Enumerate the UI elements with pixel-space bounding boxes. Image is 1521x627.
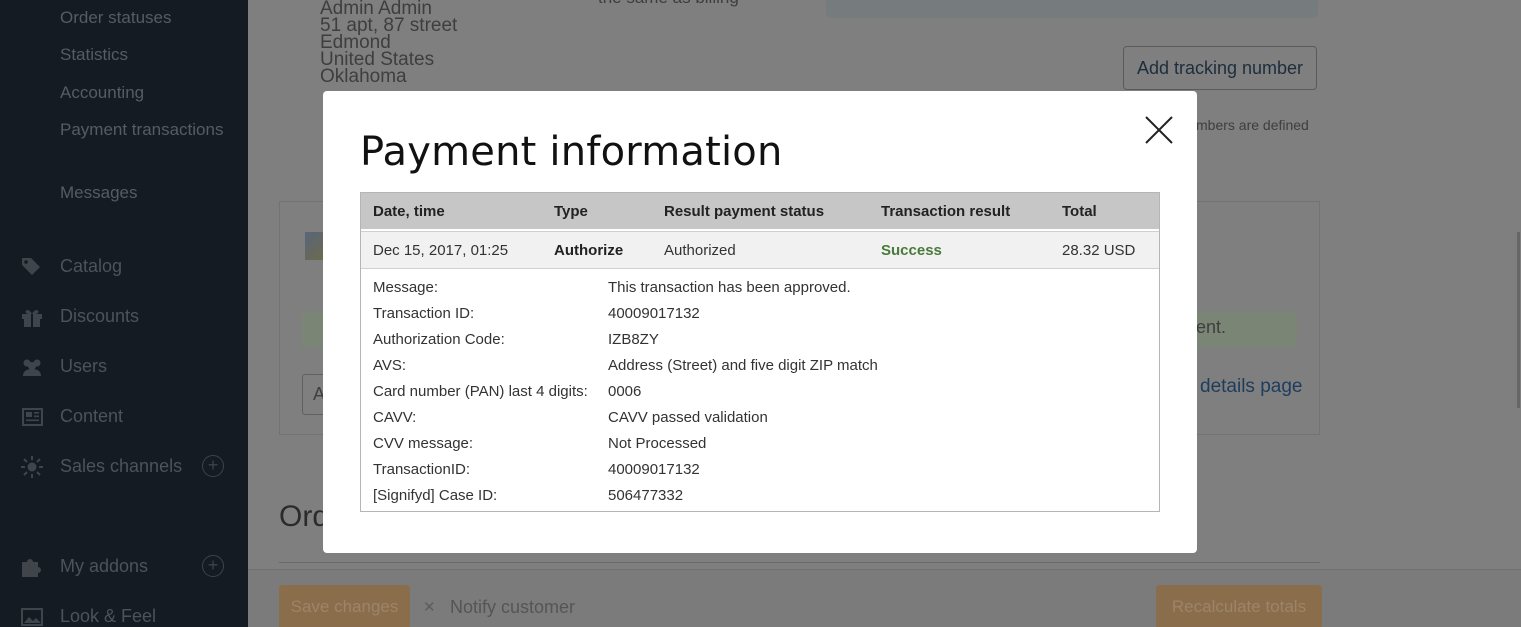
sidebar-item-label: Look & Feel (60, 606, 157, 626)
transaction-details-link[interactable]: details page (1200, 376, 1302, 398)
detail-row: TransactionID: 40009017132 (361, 461, 1159, 487)
column-header-date: Date, time (373, 203, 445, 220)
payment-status: Authorized (664, 242, 736, 259)
detail-row: Message: This transaction has been approv… (361, 279, 1159, 305)
sidebar-item-messages[interactable]: Messages (60, 180, 230, 205)
detail-key: TransactionID: (373, 461, 470, 478)
newspaper-icon (20, 406, 44, 428)
detail-row: CVV message: Not Processed (361, 435, 1159, 461)
sidebar-item-users[interactable]: Users (20, 352, 230, 382)
users-icon (20, 356, 44, 378)
detail-value: 0006 (608, 383, 642, 400)
sidebar-item-payment-transactions[interactable]: Payment transactions (60, 117, 230, 142)
table-row[interactable]: Dec 15, 2017, 01:25 Authorize Authorized… (361, 231, 1159, 269)
detail-value: IZB8ZY (608, 331, 659, 348)
order-items-heading: Ord (279, 500, 330, 533)
sidebar-item-label: Discounts (60, 306, 140, 326)
detail-value: This transaction has been approved. (608, 279, 851, 296)
sun-icon (20, 456, 44, 478)
image-icon (20, 606, 44, 627)
puzzle-icon (20, 556, 44, 578)
transaction-total: 28.32 USD (1062, 242, 1136, 259)
detail-key: Message: (373, 279, 439, 296)
sidebar-item-catalog[interactable]: Catalog (20, 252, 230, 282)
sidebar-item-label: My addons (60, 556, 149, 576)
detail-value: CAVV passed validation (608, 409, 768, 426)
column-header-status: Result payment status (664, 203, 825, 220)
table-header: Date, time Type Result payment status Tr… (361, 193, 1159, 229)
close-button[interactable] (1144, 115, 1174, 145)
add-tracking-number-button[interactable]: Add tracking number (1123, 46, 1317, 90)
sidebar-item-discounts[interactable]: Discounts (20, 302, 230, 332)
tracking-note: mbers are defined (1196, 117, 1309, 133)
tags-icon (20, 256, 44, 278)
column-header-result: Transaction result (881, 203, 1011, 220)
detail-key: [Signifyd] Case ID: (373, 487, 498, 504)
sidebar-item-order-statuses[interactable]: Order statuses (60, 5, 230, 30)
payment-status-note-text: ent. (1196, 317, 1227, 337)
detail-value: Address (Street) and five digit ZIP matc… (608, 357, 878, 374)
detail-key: AVS: (373, 357, 407, 374)
notify-customer-checkbox[interactable]: ✕ (423, 600, 437, 615)
modal-title: Payment information (360, 129, 783, 175)
notify-customer-label: Notify customer (450, 597, 576, 617)
close-icon (1145, 116, 1173, 144)
notes-field[interactable] (826, 0, 1318, 18)
transaction-result: Success (881, 242, 942, 259)
gift-icon (20, 306, 44, 328)
detail-row: Transaction ID: 40009017132 (361, 305, 1159, 331)
sidebar-item-my-addons[interactable]: My addons + (20, 552, 230, 582)
sticky-action-bar (248, 569, 1521, 627)
detail-value: Not Processed (608, 435, 707, 452)
detail-key: Card number (PAN) last 4 digits: (373, 383, 588, 400)
column-header-total: Total (1062, 203, 1097, 220)
sidebar-item-label: Content (60, 406, 124, 426)
transaction-details: Message: This transaction has been approv… (361, 279, 1159, 513)
detail-row: Authorization Code: IZB8ZY (361, 331, 1159, 357)
page-scrollbar[interactable] (1517, 232, 1520, 408)
sidebar-item-look-and-feel[interactable]: Look & Feel (20, 602, 230, 627)
sidebar-item-statistics[interactable]: Statistics (60, 42, 230, 67)
transaction-type: Authorize (554, 242, 624, 259)
detail-row: [Signifyd] Case ID: 506477332 (361, 487, 1159, 513)
recalculate-totals-button[interactable]: Recalculate totals (1156, 585, 1322, 627)
detail-key: CAVV: (373, 409, 417, 426)
sidebar-item-label: Users (60, 356, 108, 376)
detail-row: Card number (PAN) last 4 digits: 0006 (361, 383, 1159, 409)
sidebar-item-accounting[interactable]: Accounting (60, 80, 230, 105)
detail-value: 40009017132 (608, 305, 700, 322)
detail-key: Authorization Code: (373, 331, 505, 348)
column-header-type: Type (554, 203, 588, 220)
sidebar-item-content[interactable]: Content (20, 402, 230, 432)
detail-key: Transaction ID: (373, 305, 475, 322)
sidebar-item-sales-channels[interactable]: Sales channels + (20, 452, 230, 482)
save-changes-button[interactable]: Save changes (279, 585, 410, 627)
add-sales-channel-button[interactable]: + (202, 455, 224, 477)
add-addon-button[interactable]: + (202, 555, 224, 577)
address-line: Oklahoma (320, 66, 407, 87)
detail-value: 506477332 (608, 487, 684, 504)
detail-row: CAVV: CAVV passed validation (361, 409, 1159, 435)
sidebar-item-label: Sales channels (60, 456, 183, 476)
detail-key: CVV message: (373, 435, 474, 452)
payment-information-modal: Payment information Date, time Type Resu… (323, 91, 1197, 553)
sidebar-item-label: Catalog (60, 256, 123, 276)
detail-row: AVS: Address (Street) and five digit ZIP … (361, 357, 1159, 383)
detail-value: 40009017132 (608, 461, 700, 478)
payment-transactions-table: Date, time Type Result payment status Tr… (360, 192, 1160, 512)
shipping-address: Admin Admin 51 apt, 87 street Edmond Uni… (320, 0, 457, 87)
transaction-date: Dec 15, 2017, 01:25 (373, 242, 509, 259)
same-as-billing-text: the same as billing (598, 0, 739, 8)
sidebar: Order statuses Statistics Accounting Pay… (0, 0, 248, 627)
